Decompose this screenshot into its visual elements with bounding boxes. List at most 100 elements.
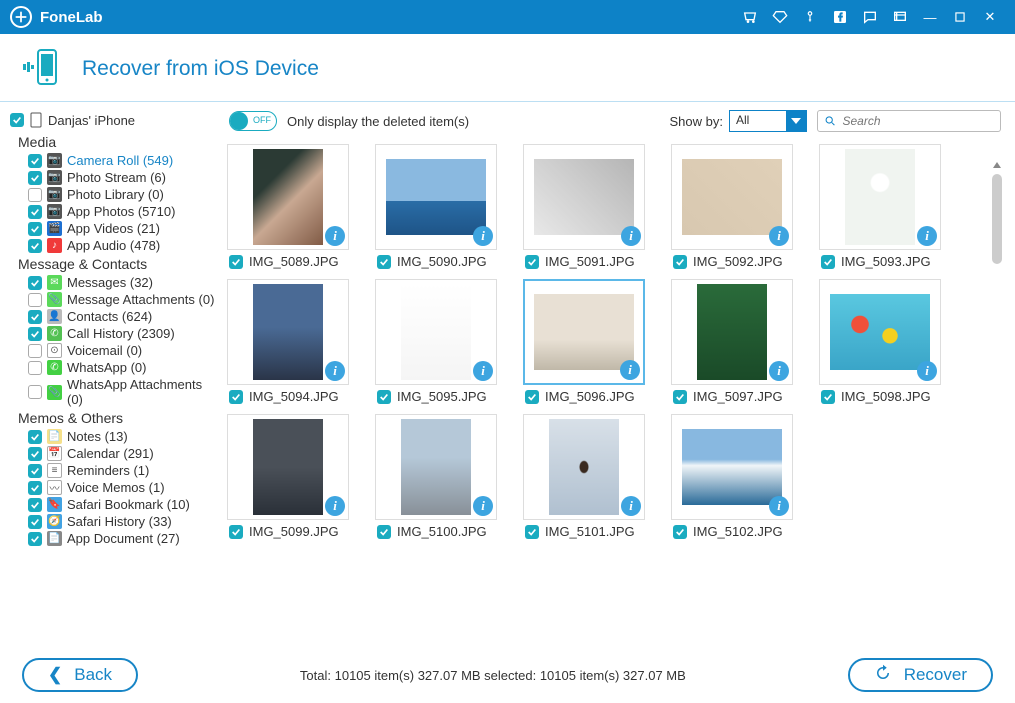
thumbnail-image[interactable]: i (375, 414, 497, 520)
thumbnail[interactable]: iIMG_5102.JPG (671, 414, 795, 541)
checkbox[interactable] (28, 171, 42, 185)
thumbnail-checkbox[interactable] (229, 525, 243, 539)
checkbox[interactable] (28, 447, 42, 461)
thumbnail-image[interactable]: i (227, 414, 349, 520)
thumbnail-image[interactable]: i (375, 279, 497, 385)
back-button[interactable]: ❮ Back (22, 658, 138, 692)
thumbnail[interactable]: iIMG_5091.JPG (523, 144, 647, 271)
info-icon[interactable]: i (769, 226, 789, 246)
chat-icon[interactable] (859, 6, 881, 28)
thumbnail-checkbox[interactable] (229, 255, 243, 269)
thumbnail-checkbox[interactable] (377, 390, 391, 404)
checkbox[interactable] (28, 188, 42, 202)
sidebar-item[interactable]: 🎬App Videos (21) (10, 220, 217, 237)
deleted-only-toggle[interactable]: OFF (229, 111, 277, 131)
thumbnail-checkbox[interactable] (525, 525, 539, 539)
thumbnail[interactable]: iIMG_5099.JPG (227, 414, 351, 541)
thumbnail[interactable]: iIMG_5096.JPG (523, 279, 647, 406)
thumbnail-image[interactable]: i (819, 144, 941, 250)
thumbnail-checkbox[interactable] (821, 390, 835, 404)
feedback-icon[interactable] (889, 6, 911, 28)
sidebar-item[interactable]: 📎WhatsApp Attachments (0) (10, 376, 217, 408)
info-icon[interactable]: i (769, 361, 789, 381)
thumbnail-image[interactable]: i (671, 414, 793, 520)
device-checkbox[interactable] (10, 113, 24, 127)
sidebar-item[interactable]: 📄Notes (13) (10, 428, 217, 445)
info-icon[interactable]: i (473, 226, 493, 246)
thumbnail-image[interactable]: i (671, 144, 793, 250)
thumbnail-checkbox[interactable] (525, 390, 539, 404)
thumbnail-checkbox[interactable] (673, 255, 687, 269)
thumbnail[interactable]: iIMG_5097.JPG (671, 279, 795, 406)
close-icon[interactable]: ✕ (979, 6, 1001, 28)
checkbox[interactable] (28, 205, 42, 219)
info-icon[interactable]: i (473, 496, 493, 516)
thumbnail-image[interactable]: i (523, 144, 645, 250)
info-icon[interactable]: i (917, 226, 937, 246)
thumbnail-image[interactable]: i (227, 144, 349, 250)
sidebar-item[interactable]: 〰Voice Memos (1) (10, 479, 217, 496)
checkbox[interactable] (28, 430, 42, 444)
thumbnail[interactable]: iIMG_5090.JPG (375, 144, 499, 271)
checkbox[interactable] (28, 327, 42, 341)
scroll-up-icon[interactable] (991, 160, 1003, 170)
sidebar-item[interactable]: 📄App Document (27) (10, 530, 217, 547)
info-icon[interactable]: i (621, 226, 641, 246)
thumbnail-checkbox[interactable] (673, 525, 687, 539)
sidebar-item[interactable]: 📷App Photos (5710) (10, 203, 217, 220)
checkbox[interactable] (28, 222, 42, 236)
scrollbar-track[interactable] (991, 158, 1003, 634)
cart-icon[interactable] (739, 6, 761, 28)
thumbnail-image[interactable]: i (671, 279, 793, 385)
checkbox[interactable] (28, 515, 42, 529)
thumbnail[interactable]: iIMG_5094.JPG (227, 279, 351, 406)
search-box[interactable] (817, 110, 1001, 132)
diamond-icon[interactable] (769, 6, 791, 28)
info-icon[interactable]: i (325, 361, 345, 381)
checkbox[interactable] (28, 239, 42, 253)
info-icon[interactable]: i (620, 360, 640, 380)
sidebar-item[interactable]: ⊙Voicemail (0) (10, 342, 217, 359)
sidebar-item[interactable]: ♪App Audio (478) (10, 237, 217, 254)
checkbox[interactable] (28, 276, 42, 290)
thumbnail-checkbox[interactable] (673, 390, 687, 404)
thumbnail-image[interactable]: i (819, 279, 941, 385)
sidebar-item[interactable]: 📷Camera Roll (549) (10, 152, 217, 169)
thumbnail[interactable]: iIMG_5095.JPG (375, 279, 499, 406)
maximize-icon[interactable] (949, 6, 971, 28)
sidebar-item[interactable]: 🧭Safari History (33) (10, 513, 217, 530)
scrollbar-thumb[interactable] (992, 174, 1002, 264)
sidebar-item[interactable]: 📷Photo Stream (6) (10, 169, 217, 186)
info-icon[interactable]: i (621, 496, 641, 516)
thumbnail[interactable]: iIMG_5101.JPG (523, 414, 647, 541)
thumbnail-checkbox[interactable] (377, 255, 391, 269)
thumbnail-image[interactable]: i (227, 279, 349, 385)
thumbnail[interactable]: iIMG_5093.JPG (819, 144, 943, 271)
sidebar-item[interactable]: 📷Photo Library (0) (10, 186, 217, 203)
showby-select[interactable]: All (729, 110, 807, 132)
info-icon[interactable]: i (325, 226, 345, 246)
info-icon[interactable]: i (325, 496, 345, 516)
thumbnail-image[interactable]: i (523, 279, 645, 385)
thumbnail-checkbox[interactable] (377, 525, 391, 539)
checkbox[interactable] (28, 498, 42, 512)
checkbox[interactable] (28, 464, 42, 478)
checkbox[interactable] (28, 344, 42, 358)
thumbnail[interactable]: iIMG_5100.JPG (375, 414, 499, 541)
checkbox[interactable] (28, 385, 42, 399)
checkbox[interactable] (28, 293, 42, 307)
device-row[interactable]: Danjas' iPhone (10, 112, 217, 128)
sidebar-item[interactable]: ✆Call History (2309) (10, 325, 217, 342)
info-icon[interactable]: i (473, 361, 493, 381)
thumbnail[interactable]: iIMG_5092.JPG (671, 144, 795, 271)
thumbnail-image[interactable]: i (523, 414, 645, 520)
facebook-icon[interactable] (829, 6, 851, 28)
thumbnail-checkbox[interactable] (229, 390, 243, 404)
search-input[interactable] (842, 114, 994, 128)
sidebar-item[interactable]: 🔖Safari Bookmark (10) (10, 496, 217, 513)
checkbox[interactable] (28, 154, 42, 168)
checkbox[interactable] (28, 481, 42, 495)
sidebar-item[interactable]: ≡Reminders (1) (10, 462, 217, 479)
thumbnail[interactable]: iIMG_5089.JPG (227, 144, 351, 271)
recover-button[interactable]: Recover (848, 658, 993, 692)
